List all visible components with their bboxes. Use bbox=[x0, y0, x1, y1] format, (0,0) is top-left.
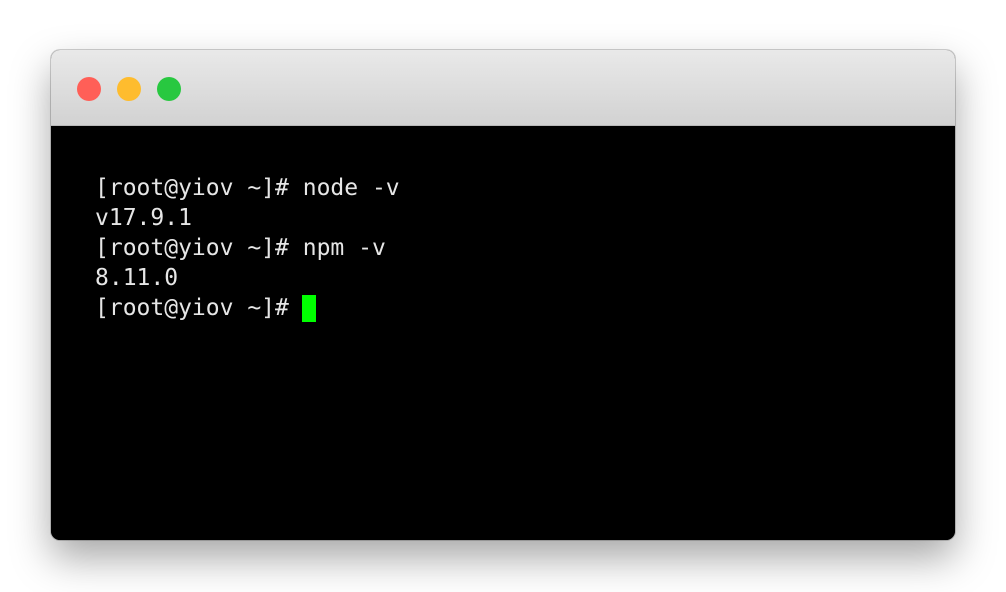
zoom-window-button[interactable] bbox=[157, 77, 181, 101]
command-output: 8.11.0 bbox=[95, 265, 179, 291]
terminal-line: [root@yiov ~]# node -v bbox=[95, 173, 955, 203]
shell-prompt: [root@yiov ~]# bbox=[95, 235, 289, 261]
command-text: npm -v bbox=[288, 235, 386, 261]
title-bar[interactable] bbox=[51, 50, 955, 126]
terminal-line: [root@yiov ~]# npm -v bbox=[95, 233, 955, 263]
text-cursor bbox=[301, 294, 316, 322]
terminal-line: v17.9.1 bbox=[95, 203, 955, 233]
close-window-button[interactable] bbox=[77, 77, 101, 101]
minimize-window-button[interactable] bbox=[117, 77, 141, 101]
terminal-line: [root@yiov ~]# bbox=[95, 293, 955, 323]
command-text: node -v bbox=[288, 175, 400, 201]
command-output: v17.9.1 bbox=[95, 205, 192, 231]
shell-prompt: [root@yiov ~]# bbox=[95, 295, 289, 321]
terminal-window: [root@yiov ~]# node -v v17.9.1 [root@yio… bbox=[51, 50, 955, 540]
shell-prompt: [root@yiov ~]# bbox=[95, 175, 289, 201]
terminal-line: 8.11.0 bbox=[95, 263, 955, 293]
terminal-output[interactable]: [root@yiov ~]# node -v v17.9.1 [root@yio… bbox=[51, 126, 955, 540]
